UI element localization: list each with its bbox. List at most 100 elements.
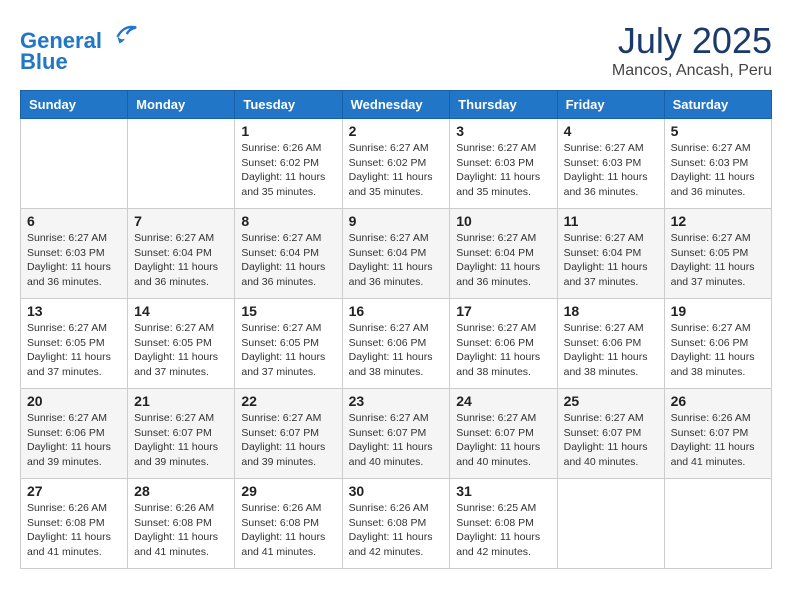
weekday-header-wednesday: Wednesday: [342, 91, 450, 119]
calendar-cell: 15 Sunrise: 6:27 AM Sunset: 6:05 PM Dayli…: [235, 299, 342, 389]
day-number: 28: [134, 483, 228, 499]
day-info: Sunrise: 6:27 AM Sunset: 6:02 PM Dayligh…: [349, 141, 444, 200]
calendar-cell: 12 Sunrise: 6:27 AM Sunset: 6:05 PM Dayli…: [664, 209, 771, 299]
day-number: 22: [241, 393, 335, 409]
weekday-header-sunday: Sunday: [21, 91, 128, 119]
weekday-header-tuesday: Tuesday: [235, 91, 342, 119]
calendar-cell: 23 Sunrise: 6:27 AM Sunset: 6:07 PM Dayli…: [342, 389, 450, 479]
day-info: Sunrise: 6:27 AM Sunset: 6:07 PM Dayligh…: [349, 411, 444, 470]
day-number: 16: [349, 303, 444, 319]
day-info: Sunrise: 6:25 AM Sunset: 6:08 PM Dayligh…: [456, 501, 550, 560]
day-info: Sunrise: 6:27 AM Sunset: 6:06 PM Dayligh…: [564, 321, 658, 380]
day-number: 5: [671, 123, 765, 139]
day-number: 11: [564, 213, 658, 229]
calendar-cell: 28Sunrise: 6:26 AM Sunset: 6:08 PM Dayli…: [128, 479, 235, 569]
calendar-cell: 29 Sunrise: 6:26 AM Sunset: 6:08 PM Dayli…: [235, 479, 342, 569]
day-number: 13: [27, 303, 121, 319]
calendar-cell: 16 Sunrise: 6:27 AM Sunset: 6:06 PM Dayli…: [342, 299, 450, 389]
day-info: Sunrise: 6:27 AM Sunset: 6:04 PM Dayligh…: [456, 231, 550, 290]
calendar-cell: 6 Sunrise: 6:27 AM Sunset: 6:03 PM Daylig…: [21, 209, 128, 299]
calendar-cell: 5 Sunrise: 6:27 AM Sunset: 6:03 PM Daylig…: [664, 119, 771, 209]
location-title: Mancos, Ancash, Peru: [612, 62, 772, 80]
weekday-header-thursday: Thursday: [450, 91, 557, 119]
calendar-cell: 14 Sunrise: 6:27 AM Sunset: 6:05 PM Dayli…: [128, 299, 235, 389]
logo: General Blue: [20, 20, 138, 75]
day-info: Sunrise: 6:27 AM Sunset: 6:04 PM Dayligh…: [241, 231, 335, 290]
calendar-cell: 18 Sunrise: 6:27 AM Sunset: 6:06 PM Dayli…: [557, 299, 664, 389]
day-info: Sunrise: 6:26 AM Sunset: 6:07 PM Dayligh…: [671, 411, 765, 470]
day-number: 4: [564, 123, 658, 139]
day-info: Sunrise: 6:27 AM Sunset: 6:03 PM Dayligh…: [564, 141, 658, 200]
day-number: 27: [27, 483, 121, 499]
day-info: Sunrise: 6:27 AM Sunset: 6:06 PM Dayligh…: [456, 321, 550, 380]
calendar-cell: 22 Sunrise: 6:27 AM Sunset: 6:07 PM Dayli…: [235, 389, 342, 479]
calendar-cell: 21 Sunrise: 6:27 AM Sunset: 6:07 PM Dayli…: [128, 389, 235, 479]
day-info: Sunrise: 6:27 AM Sunset: 6:03 PM Dayligh…: [671, 141, 765, 200]
page-header: General Blue July 2025 Mancos, Ancash, P…: [20, 20, 772, 80]
day-number: 2: [349, 123, 444, 139]
day-number: 25: [564, 393, 658, 409]
day-number: 31: [456, 483, 550, 499]
calendar-cell: 17 Sunrise: 6:27 AM Sunset: 6:06 PM Dayli…: [450, 299, 557, 389]
day-info: Sunrise: 6:27 AM Sunset: 6:05 PM Dayligh…: [241, 321, 335, 380]
day-info: Sunrise: 6:26 AM Sunset: 6:08 PM Dayligh…: [241, 501, 335, 560]
calendar-table: SundayMondayTuesdayWednesdayThursdayFrid…: [20, 90, 772, 569]
calendar-cell: 20 Sunrise: 6:27 AM Sunset: 6:06 PM Dayli…: [21, 389, 128, 479]
calendar-cell: 27 Sunrise: 6:26 AM Sunset: 6:08 PM Dayli…: [21, 479, 128, 569]
day-info: Sunrise: 6:27 AM Sunset: 6:06 PM Dayligh…: [349, 321, 444, 380]
day-info: Sunrise: 6:27 AM Sunset: 6:05 PM Dayligh…: [27, 321, 121, 380]
day-info: Sunrise: 6:27 AM Sunset: 6:03 PM Dayligh…: [27, 231, 121, 290]
calendar-cell: [21, 119, 128, 209]
day-number: 23: [349, 393, 444, 409]
week-row-4: 20 Sunrise: 6:27 AM Sunset: 6:06 PM Dayli…: [21, 389, 772, 479]
calendar-cell: 11 Sunrise: 6:27 AM Sunset: 6:04 PM Dayli…: [557, 209, 664, 299]
day-number: 18: [564, 303, 658, 319]
day-number: 21: [134, 393, 228, 409]
day-number: 6: [27, 213, 121, 229]
day-info: Sunrise: 6:27 AM Sunset: 6:04 PM Dayligh…: [134, 231, 228, 290]
day-info: Sunrise: 6:27 AM Sunset: 6:07 PM Dayligh…: [564, 411, 658, 470]
calendar-cell: 25 Sunrise: 6:27 AM Sunset: 6:07 PM Dayli…: [557, 389, 664, 479]
day-number: 24: [456, 393, 550, 409]
day-info: Sunrise: 6:27 AM Sunset: 6:04 PM Dayligh…: [349, 231, 444, 290]
day-info: Sunrise: 6:27 AM Sunset: 6:06 PM Dayligh…: [27, 411, 121, 470]
day-number: 1: [241, 123, 335, 139]
day-info: Sunrise: 6:26 AM Sunset: 6:08 PM Dayligh…: [27, 501, 121, 560]
day-number: 17: [456, 303, 550, 319]
day-info: Sunrise: 6:27 AM Sunset: 6:07 PM Dayligh…: [241, 411, 335, 470]
calendar-cell: 1 Sunrise: 6:26 AM Sunset: 6:02 PM Daylig…: [235, 119, 342, 209]
day-number: 15: [241, 303, 335, 319]
calendar-cell: [128, 119, 235, 209]
day-number: 14: [134, 303, 228, 319]
calendar-cell: 2 Sunrise: 6:27 AM Sunset: 6:02 PM Daylig…: [342, 119, 450, 209]
day-info: Sunrise: 6:27 AM Sunset: 6:03 PM Dayligh…: [456, 141, 550, 200]
day-info: Sunrise: 6:27 AM Sunset: 6:05 PM Dayligh…: [134, 321, 228, 380]
calendar-cell: 7 Sunrise: 6:27 AM Sunset: 6:04 PM Daylig…: [128, 209, 235, 299]
day-number: 20: [27, 393, 121, 409]
day-info: Sunrise: 6:27 AM Sunset: 6:07 PM Dayligh…: [456, 411, 550, 470]
day-number: 3: [456, 123, 550, 139]
day-info: Sunrise: 6:26 AM Sunset: 6:02 PM Dayligh…: [241, 141, 335, 200]
calendar-cell: 24 Sunrise: 6:27 AM Sunset: 6:07 PM Dayli…: [450, 389, 557, 479]
calendar-cell: 3 Sunrise: 6:27 AM Sunset: 6:03 PM Daylig…: [450, 119, 557, 209]
day-info: Sunrise: 6:27 AM Sunset: 6:07 PM Dayligh…: [134, 411, 228, 470]
day-number: 19: [671, 303, 765, 319]
week-row-1: 1 Sunrise: 6:26 AM Sunset: 6:02 PM Daylig…: [21, 119, 772, 209]
weekday-header-row: SundayMondayTuesdayWednesdayThursdayFrid…: [21, 91, 772, 119]
day-info: Sunrise: 6:27 AM Sunset: 6:06 PM Dayligh…: [671, 321, 765, 380]
calendar-cell: 31 Sunrise: 6:25 AM Sunset: 6:08 PM Dayli…: [450, 479, 557, 569]
day-info: Sunrise: 6:27 AM Sunset: 6:05 PM Dayligh…: [671, 231, 765, 290]
day-number: 10: [456, 213, 550, 229]
calendar-cell: 19 Sunrise: 6:27 AM Sunset: 6:06 PM Dayli…: [664, 299, 771, 389]
day-info: Sunrise: 6:27 AM Sunset: 6:04 PM Dayligh…: [564, 231, 658, 290]
calendar-cell: 10 Sunrise: 6:27 AM Sunset: 6:04 PM Dayli…: [450, 209, 557, 299]
day-number: 29: [241, 483, 335, 499]
weekday-header-friday: Friday: [557, 91, 664, 119]
day-number: 9: [349, 213, 444, 229]
day-number: 7: [134, 213, 228, 229]
calendar-cell: 13 Sunrise: 6:27 AM Sunset: 6:05 PM Dayli…: [21, 299, 128, 389]
logo-bird-icon: [110, 20, 138, 48]
day-number: 12: [671, 213, 765, 229]
calendar-cell: 8Sunrise: 6:27 AM Sunset: 6:04 PM Daylig…: [235, 209, 342, 299]
calendar-cell: 26Sunrise: 6:26 AM Sunset: 6:07 PM Dayli…: [664, 389, 771, 479]
